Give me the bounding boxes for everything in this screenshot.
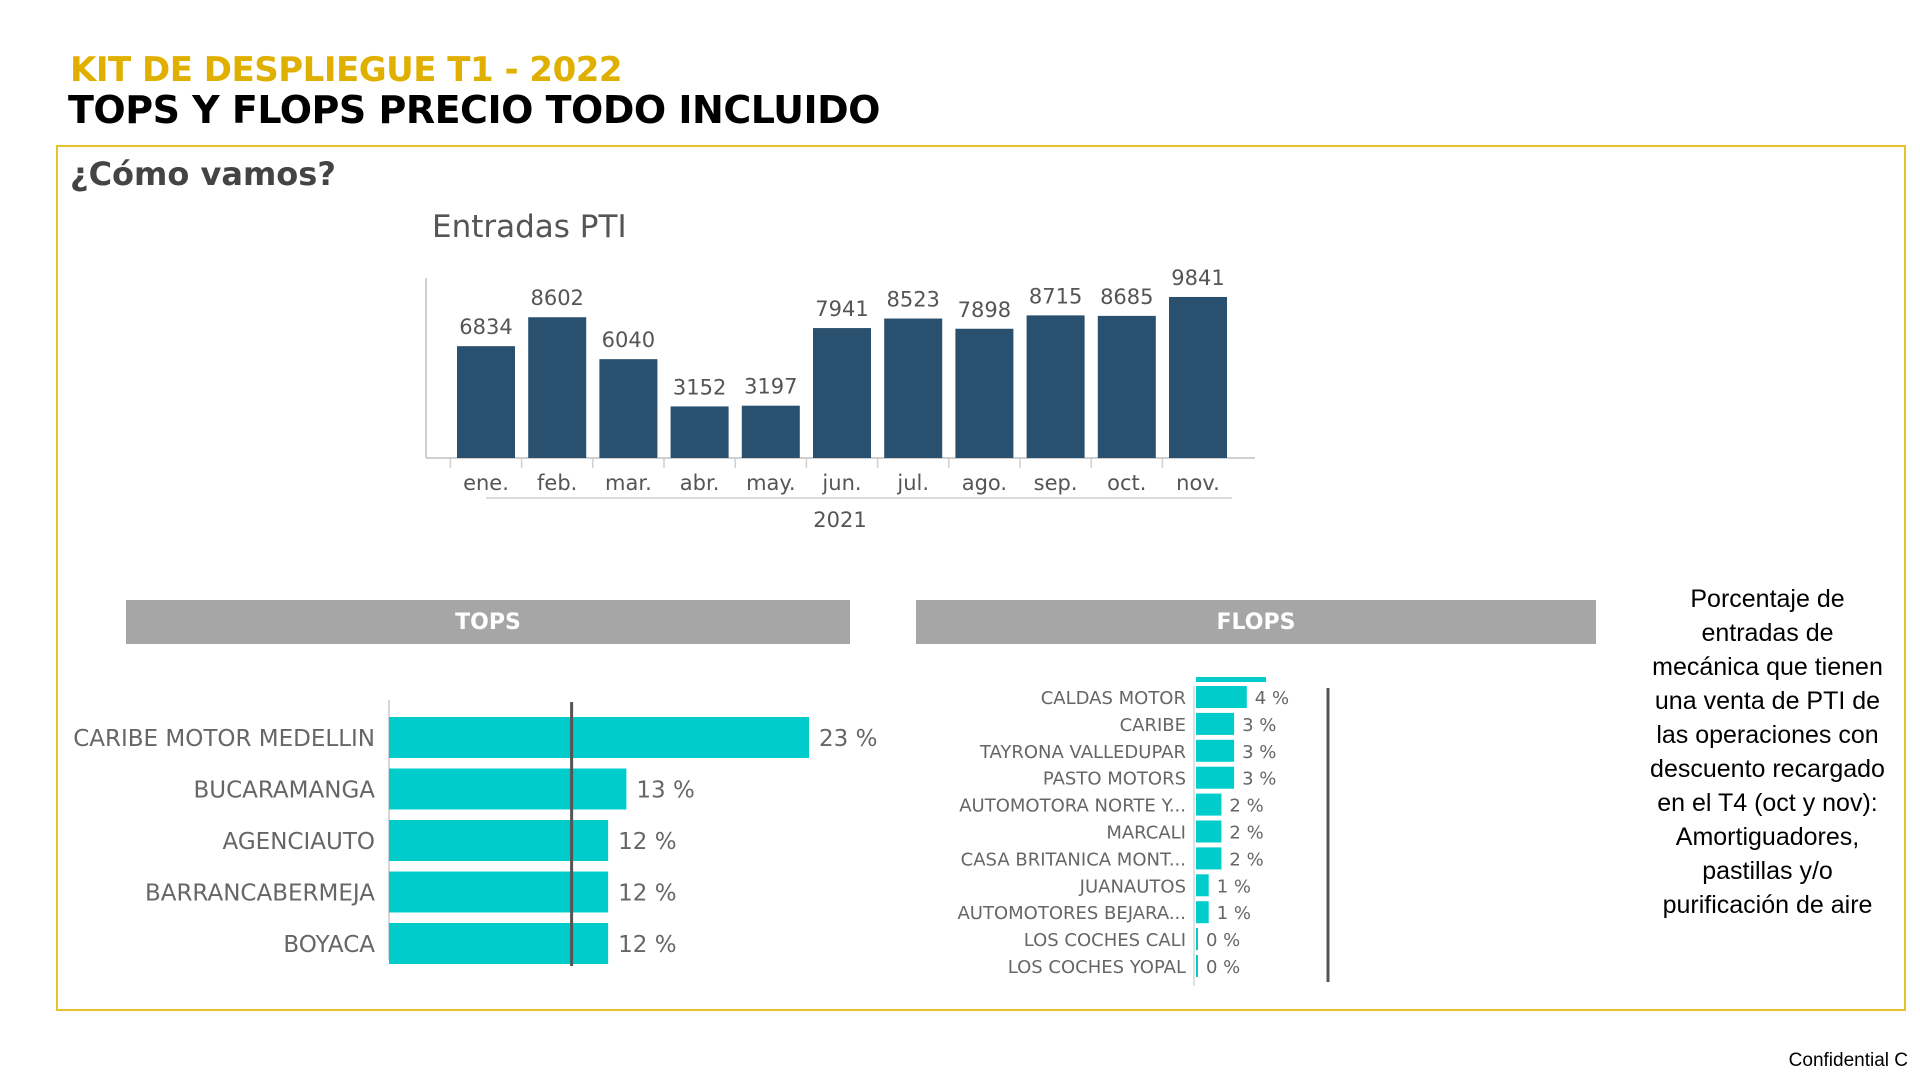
flops-bar	[1196, 766, 1235, 789]
x-tick-label: abr.	[680, 471, 720, 495]
tops-category-label: BUCARAMANGA	[193, 778, 375, 804]
bar-jul	[884, 318, 943, 458]
flops-value-label: 3 %	[1242, 769, 1276, 790]
charts-canvas: Entradas PTI 6834 ene. 8602 feb. 6040 mar. 3152…	[73, 209, 1330, 986]
flops-bar	[1196, 874, 1209, 897]
bar-abr	[670, 406, 729, 458]
flops-category-label: PASTO MOTORS	[1043, 769, 1186, 790]
chart-title: Entradas PTI	[432, 209, 627, 245]
tops-category-label: CARIBE MOTOR MEDELLIN	[73, 726, 375, 752]
bar-oct	[1097, 315, 1156, 458]
flops-bar	[1196, 928, 1198, 951]
bar-nov	[1169, 296, 1227, 458]
data-label: 7898	[958, 298, 1011, 322]
x-tick-label: feb.	[537, 471, 577, 495]
flops-category-label: CARIBE	[1120, 715, 1186, 736]
data-label: 9841	[1171, 266, 1224, 290]
flops-value-label: 0 %	[1206, 930, 1240, 951]
x-tick-label: nov.	[1176, 471, 1220, 495]
flops-value-label: 1 %	[1217, 876, 1251, 897]
x-tick-label: ene.	[463, 471, 509, 495]
flops-bar-partial	[1196, 677, 1266, 682]
data-label: 8523	[886, 288, 939, 312]
tops-bar	[389, 820, 609, 861]
flops-bar	[1196, 955, 1198, 977]
tops-value-label: 13 %	[636, 778, 694, 804]
x-tick-label: ago.	[962, 471, 1007, 495]
flops-value-label: 2 %	[1229, 849, 1263, 870]
tops-value-label: 12 %	[618, 932, 676, 958]
x-tick-label: jul.	[896, 471, 929, 495]
data-label: 6040	[602, 328, 655, 352]
flops-bar	[1196, 847, 1222, 870]
tops-category-label: BOYACA	[283, 932, 375, 958]
tops-category-label: BARRANCABERMEJA	[145, 881, 375, 907]
x-tick-label: jun.	[821, 471, 861, 495]
flops-category-label: LOS COCHES CALI	[1024, 930, 1186, 951]
flops-category-label: LOS COCHES YOPAL	[1008, 957, 1186, 978]
bar-may	[741, 405, 800, 458]
tops-value-label: 23 %	[819, 726, 877, 752]
flops-value-label: 3 %	[1242, 715, 1276, 736]
flops-value-label: 1 %	[1217, 903, 1251, 924]
flops-category-label: AUTOMOTORA NORTE Y...	[959, 796, 1186, 817]
bar-jun	[813, 328, 871, 458]
bar-mar	[599, 359, 658, 458]
data-label: 8715	[1029, 284, 1082, 308]
flops-bar	[1196, 739, 1235, 762]
tops-bar	[389, 923, 609, 964]
flops-category-label: MARCALI	[1106, 823, 1186, 844]
flops-bar	[1196, 686, 1247, 708]
x-tick-label: may.	[746, 471, 795, 495]
flops-value-label: 2 %	[1229, 796, 1263, 817]
x-tick-label: mar.	[605, 471, 652, 495]
flops-value-label: 3 %	[1242, 742, 1276, 763]
tops-bar	[389, 717, 809, 758]
flops-category-label: JUANAUTOS	[1079, 876, 1186, 897]
flops-bar	[1196, 820, 1222, 843]
flops-value-label: 0 %	[1206, 957, 1240, 978]
x-tick-label: oct.	[1107, 471, 1146, 495]
bar-feb	[528, 317, 587, 458]
flops-bar	[1196, 712, 1235, 735]
data-label: 7941	[815, 297, 868, 321]
data-label: 8685	[1100, 285, 1153, 309]
data-label: 6834	[459, 315, 512, 339]
flops-value-label: 2 %	[1229, 823, 1263, 844]
tops-value-label: 12 %	[618, 881, 676, 907]
flops-bar	[1196, 793, 1222, 816]
tops-value-label: 12 %	[618, 829, 676, 855]
tops-bar	[389, 871, 609, 913]
flops-category-label: CASA BRITANICA MONT...	[961, 849, 1186, 870]
data-label: 3152	[673, 375, 726, 399]
tops-category-label: AGENCIAUTO	[223, 829, 375, 855]
flops-category-label: AUTOMOTORES BEJARA...	[957, 903, 1186, 924]
bar-ene	[457, 346, 515, 458]
group-label: 2021	[813, 508, 866, 532]
flops-bar	[1196, 901, 1209, 924]
flops-category-label: TAYRONA VALLEDUPAR	[979, 742, 1186, 763]
bar-sep	[1026, 315, 1085, 458]
tops-bar	[389, 768, 627, 810]
data-label: 3197	[744, 375, 797, 399]
bar-ago	[955, 328, 1014, 458]
flops-value-label: 4 %	[1255, 688, 1289, 709]
x-tick-label: sep.	[1034, 471, 1078, 495]
flops-category-label: CALDAS MOTOR	[1041, 688, 1186, 709]
data-label: 8602	[530, 286, 583, 310]
